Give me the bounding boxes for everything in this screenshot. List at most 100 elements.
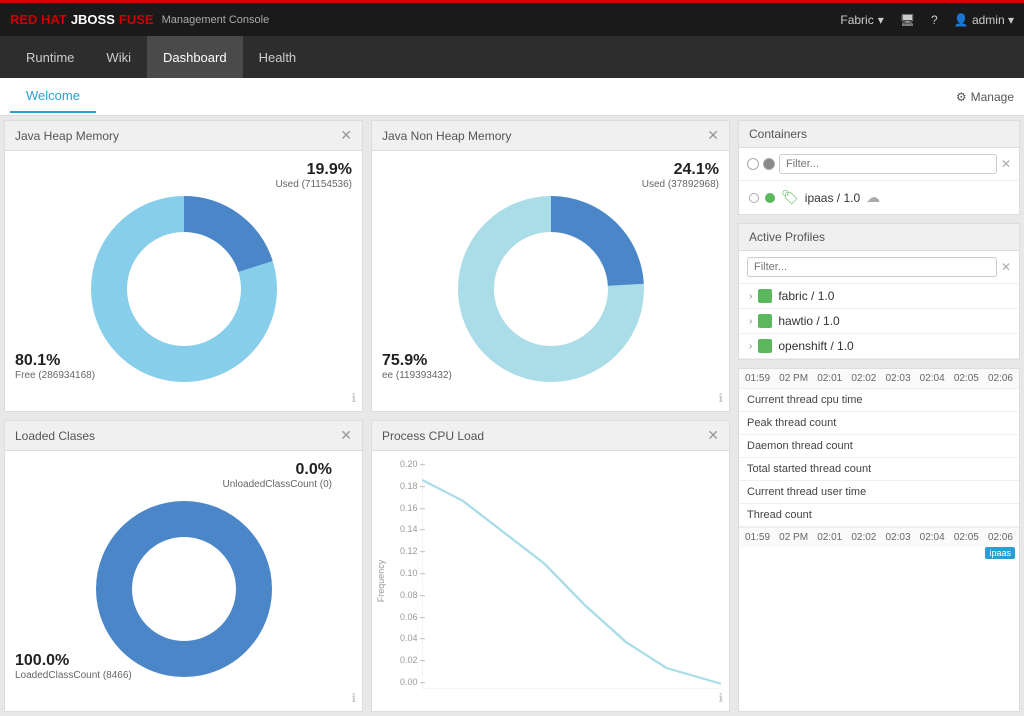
manage-button[interactable]: ⚙ Manage	[956, 90, 1014, 104]
cpu-load-panel: Process CPU Load ✕ Frequency 0.20 – 0.18…	[371, 420, 730, 712]
footer-time-02-04: 02:04	[920, 532, 945, 543]
footer-time-01-59: 01:59	[745, 532, 770, 543]
footer-time-02-01: 02:01	[817, 532, 842, 543]
heap-info-icon: ℹ	[351, 391, 356, 405]
time-02-01: 02:01	[817, 373, 842, 384]
profile-fabric-label[interactable]: fabric / 1.0	[778, 289, 834, 303]
topbar: RED HAT JBOSS FUSE Management Console Fa…	[0, 0, 1024, 36]
containers-radio2[interactable]	[763, 158, 775, 170]
java-heap-title: Java Heap Memory	[15, 129, 119, 143]
time-02-04: 02:04	[920, 373, 945, 384]
containers-title: Containers	[749, 127, 807, 141]
loaded-classes-title: Loaded Clases	[15, 429, 95, 443]
container-profile-icon: 🏷	[781, 189, 799, 206]
nav-dashboard[interactable]: Dashboard	[147, 36, 243, 78]
cloud-icon: ☁	[866, 189, 880, 206]
nonheap-used-label: 24.1% Used (37892968)	[642, 161, 719, 190]
cpu-info-icon: ℹ	[718, 691, 723, 705]
chevron-right-icon-openshift: ›	[749, 341, 752, 352]
nav-wiki[interactable]: Wiki	[90, 36, 147, 78]
container-item: 🏷 ipaas / 1.0 ☁	[739, 181, 1019, 214]
java-heap-content: 19.9% Used (71154536) 80.1% Free (286934…	[5, 151, 362, 411]
metric-peak-thread: Peak thread count	[739, 412, 1019, 435]
profile-openshift-label[interactable]: openshift / 1.0	[778, 339, 853, 353]
nonheap-title: Java Non Heap Memory	[382, 129, 511, 143]
container-status-inner	[765, 193, 775, 203]
footer-time-02-02: 02:02	[851, 532, 876, 543]
loaded-classes-content: 0.0% UnloadedClassCount (0) 100.0% Loade…	[5, 451, 362, 711]
metric-current-user: Current thread user time	[739, 481, 1019, 504]
time-01-59: 01:59	[745, 373, 770, 384]
cpu-load-title: Process CPU Load	[382, 429, 484, 443]
profile-item-openshift: › openshift / 1.0	[739, 334, 1019, 359]
dashboard: Java Heap Memory ✕ 19.9% Used (71154536)…	[0, 116, 1024, 716]
profiles-title: Active Profiles	[749, 230, 825, 244]
nonheap-close[interactable]: ✕	[707, 127, 719, 144]
admin-menu[interactable]: 👤 admin ▾	[954, 13, 1014, 27]
help-icon[interactable]: ?	[931, 13, 938, 27]
metric-current-thread-cpu: Current thread cpu time	[739, 389, 1019, 412]
container-name[interactable]: ipaas / 1.0	[805, 191, 860, 205]
containers-panel: Containers ✕ 🏷 ipaas / 1.0 ☁	[738, 120, 1020, 215]
time-02-02: 02:02	[851, 373, 876, 384]
containers-radio1[interactable]	[747, 158, 759, 170]
main-nav: Runtime Wiki Dashboard Health	[0, 36, 1024, 78]
brand-mgmt: Management Console	[162, 14, 270, 26]
cpu-y-axis-label: Frequency	[376, 560, 386, 603]
profile-fabric-icon	[758, 289, 772, 303]
loaded-classes-close[interactable]: ✕	[340, 427, 352, 444]
right-column: Containers ✕ 🏷 ipaas / 1.0 ☁ Active Prof…	[734, 116, 1024, 716]
cpu-load-content: Frequency 0.20 – 0.18 – 0.16 – 0.14 – 0.…	[372, 451, 729, 711]
time-02-03: 02:03	[886, 373, 911, 384]
profiles-header: Active Profiles	[739, 224, 1019, 251]
java-heap-panel: Java Heap Memory ✕ 19.9% Used (71154536)…	[4, 120, 363, 412]
metric-total-started: Total started thread count	[739, 458, 1019, 481]
profile-openshift-icon	[758, 339, 772, 353]
footer-time-02-pm: 02 PM	[779, 532, 808, 543]
chevron-down-icon: ▾	[878, 13, 884, 27]
brand: RED HAT JBOSS FUSE Management Console	[10, 12, 269, 27]
brand-jboss: JBOSS	[71, 12, 115, 27]
nonheap-donut-chart	[441, 179, 661, 399]
time-02-pm: 02 PM	[779, 373, 808, 384]
containers-filter-input[interactable]	[779, 154, 997, 174]
tabbar: Welcome ⚙ Manage	[0, 78, 1024, 116]
containers-filter-clear[interactable]: ✕	[1001, 157, 1011, 171]
metrics-timeline-footer: 01:59 02 PM 02:01 02:02 02:03 02:04 02:0…	[739, 527, 1019, 547]
loaded-classes-header: Loaded Clases ✕	[5, 421, 362, 451]
profile-item-fabric: › fabric / 1.0	[739, 284, 1019, 309]
metrics-panel: 01:59 02 PM 02:01 02:02 02:03 02:04 02:0…	[738, 368, 1020, 712]
time-02-06: 02:06	[988, 373, 1013, 384]
chevron-right-icon-fabric: ›	[749, 291, 752, 302]
footer-time-02-05: 02:05	[954, 532, 979, 543]
java-nonheap-panel: Java Non Heap Memory ✕ 24.1% Used (37892…	[371, 120, 730, 412]
chevron-right-icon-hawtio: ›	[749, 316, 752, 327]
brand-redhat: RED HAT	[10, 12, 67, 27]
nonheap-header: Java Non Heap Memory ✕	[372, 121, 729, 151]
profiles-filter-row: ✕	[739, 251, 1019, 284]
metrics-footer-bar: ipaas	[739, 547, 1019, 563]
profile-hawtio-label[interactable]: hawtio / 1.0	[778, 314, 839, 328]
nav-health[interactable]: Health	[243, 36, 313, 78]
java-heap-close[interactable]: ✕	[340, 127, 352, 144]
time-02-05: 02:05	[954, 373, 979, 384]
cpu-y-axis: 0.20 – 0.18 – 0.16 – 0.14 – 0.12 – 0.10 …	[400, 459, 425, 687]
containers-filter-row: ✕	[739, 148, 1019, 181]
heap-donut-chart	[74, 179, 294, 399]
metrics-timeline-header: 01:59 02 PM 02:01 02:02 02:03 02:04 02:0…	[739, 369, 1019, 389]
tab-welcome[interactable]: Welcome	[10, 80, 96, 113]
heap-used-label: 19.9% Used (71154536)	[275, 161, 352, 190]
metric-daemon-thread: Daemon thread count	[739, 435, 1019, 458]
topbar-right: Fabric ▾ 🖥 ? 👤 admin ▾	[840, 13, 1014, 27]
container-status-outer	[749, 193, 759, 203]
fabric-button[interactable]: Fabric ▾	[840, 13, 883, 27]
cpu-chart-svg	[422, 459, 721, 689]
profile-hawtio-icon	[758, 314, 772, 328]
profiles-filter-clear[interactable]: ✕	[1001, 260, 1011, 274]
gear-icon: ⚙	[956, 90, 967, 104]
profiles-filter-input[interactable]	[747, 257, 997, 277]
cpu-load-close[interactable]: ✕	[707, 427, 719, 444]
footer-time-02-03: 02:03	[886, 532, 911, 543]
monitor-icon[interactable]: 🖥	[900, 13, 915, 27]
nav-runtime[interactable]: Runtime	[10, 36, 90, 78]
